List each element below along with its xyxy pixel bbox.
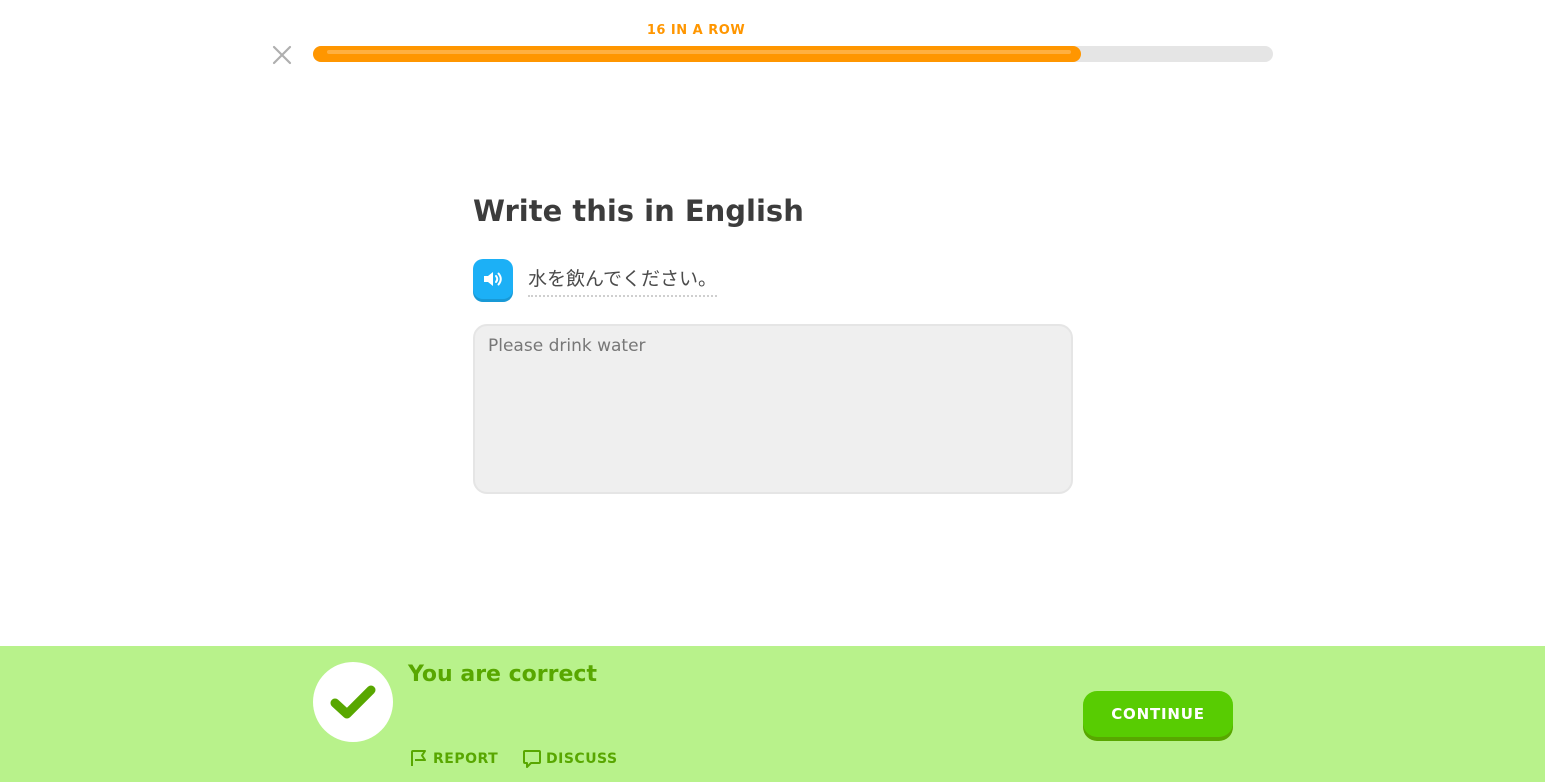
answer-textarea[interactable]: Please drink water — [473, 324, 1073, 494]
lesson-page: 16 IN A ROW Write this in English 水を飲んでく… — [0, 0, 1559, 782]
progress-bar — [313, 46, 1273, 62]
streak-label: 16 IN A ROW — [646, 23, 746, 38]
speech-bubble-icon — [523, 750, 541, 768]
feedback-title: You are correct — [408, 662, 597, 687]
speaker-icon — [484, 272, 502, 286]
discuss-button[interactable]: DISCUSS — [522, 749, 618, 769]
flag-icon — [411, 750, 426, 766]
continue-button[interactable]: CONTINUE — [1083, 691, 1233, 737]
discuss-label: DISCUSS — [546, 751, 618, 767]
close-icon — [272, 45, 292, 65]
checkmark-icon — [330, 685, 376, 719]
prompt-sentence[interactable]: 水を飲んでください。 — [528, 264, 718, 297]
progress-fill — [313, 46, 1081, 62]
answer-text: Please drink water — [488, 336, 646, 356]
play-audio-button[interactable] — [473, 259, 513, 299]
challenge-title: Write this in English — [473, 194, 804, 228]
report-label: REPORT — [433, 750, 499, 767]
progress-shine — [327, 50, 1071, 54]
feedback-panel: You are correct REPORT DISCUSS CONTINUE — [0, 646, 1545, 782]
scrollbar[interactable] — [1545, 0, 1559, 782]
report-button[interactable]: REPORT — [410, 749, 498, 768]
close-button[interactable] — [270, 43, 294, 67]
status-badge — [313, 662, 393, 742]
